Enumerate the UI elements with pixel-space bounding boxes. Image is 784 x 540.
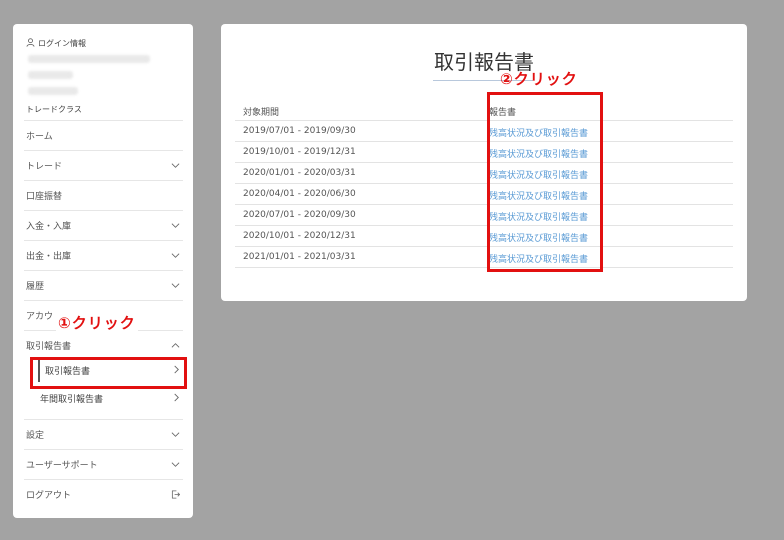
sidebar-item-history[interactable]: 履歴 <box>24 270 183 300</box>
period-cell: 2020/07/01 - 2020/09/30 <box>243 210 356 220</box>
sidebar-subitem-annual-report[interactable]: 年間取引報告書 <box>38 386 183 410</box>
login-info-header: ログイン情報 <box>26 38 86 49</box>
chevron-right-icon <box>174 393 179 402</box>
sidebar-item-label: 入金・入庫 <box>26 222 72 232</box>
period-cell: 2020/10/01 - 2020/12/31 <box>243 231 356 241</box>
sidebar-item-label: トレード <box>26 162 63 172</box>
table-row: 2019/10/01 - 2019/12/31 残高状況及び取引報告書 <box>235 142 733 163</box>
sidebar-item-withdraw[interactable]: 出金・出庫 <box>24 240 183 270</box>
sidebar-item-label: ログアウト <box>26 491 72 501</box>
logout-icon <box>171 490 180 499</box>
annotation-box-report-column <box>487 92 603 272</box>
chevron-down-icon <box>171 283 180 288</box>
sidebar-item-label: ホーム <box>26 132 53 142</box>
table-row: 2020/04/01 - 2020/06/30 残高状況及び取引報告書 <box>235 184 733 205</box>
sidebar-item-settings[interactable]: 設定 <box>24 419 183 449</box>
chevron-down-icon <box>171 462 180 467</box>
sidebar-item-label: 出金・出庫 <box>26 252 72 262</box>
sidebar-item-trade-report[interactable]: 取引報告書 <box>24 330 183 360</box>
chevron-up-icon <box>171 343 180 348</box>
period-cell: 2021/01/01 - 2021/03/31 <box>243 252 356 262</box>
sidebar: ログイン情報 トレードクラス ホーム トレード 口座振替 入金・入庫 出金・出庫… <box>13 24 193 518</box>
table-header: 対象期間 報告書 <box>235 100 733 121</box>
trade-class-label: トレードクラス <box>26 105 82 114</box>
column-header-period: 対象期間 <box>243 108 280 118</box>
chevron-down-icon <box>171 432 180 437</box>
chevron-down-icon <box>171 253 180 258</box>
blurred-email <box>28 55 150 63</box>
sidebar-item-support[interactable]: ユーザーサポート <box>24 449 183 479</box>
sidebar-item-home[interactable]: ホーム <box>24 120 183 150</box>
page-title: 取引報告書 <box>434 50 534 74</box>
user-icon <box>26 38 35 49</box>
annotation-step1: ①クリック <box>56 312 138 333</box>
table-row: 2020/01/01 - 2020/03/31 残高状況及び取引報告書 <box>235 163 733 184</box>
sidebar-item-trade[interactable]: トレード <box>24 150 183 180</box>
sidebar-item-label: 取引報告書 <box>26 342 72 352</box>
chevron-down-icon <box>171 163 180 168</box>
sidebar-item-label: アカウ <box>26 312 54 322</box>
period-cell: 2020/04/01 - 2020/06/30 <box>243 189 356 199</box>
period-cell: 2019/07/01 - 2019/09/30 <box>243 126 356 136</box>
period-cell: 2020/01/01 - 2020/03/31 <box>243 168 356 178</box>
chevron-down-icon <box>171 223 180 228</box>
sidebar-item-label: 設定 <box>26 431 45 441</box>
sidebar-item-logout[interactable]: ログアウト <box>24 479 183 509</box>
table-row: 2020/10/01 - 2020/12/31 残高状況及び取引報告書 <box>235 226 733 247</box>
login-info-label: ログイン情報 <box>38 39 86 48</box>
main-panel: 取引報告書 対象期間 報告書 2019/07/01 - 2019/09/30 残… <box>221 24 747 301</box>
table-row: 2019/07/01 - 2019/09/30 残高状況及び取引報告書 <box>235 121 733 142</box>
annotation-box-trade-report <box>30 357 187 389</box>
sidebar-item-label: 履歴 <box>26 282 45 292</box>
sidebar-item-deposit[interactable]: 入金・入庫 <box>24 210 183 240</box>
sidebar-item-label: ユーザーサポート <box>26 461 98 471</box>
blurred-field <box>28 71 73 79</box>
sidebar-item-label: 口座振替 <box>26 192 63 202</box>
sidebar-item-transfer[interactable]: 口座振替 <box>24 180 183 210</box>
annotation-step2: ②クリック <box>500 70 578 88</box>
table-row: 2021/01/01 - 2021/03/31 残高状況及び取引報告書 <box>235 247 733 268</box>
table-row: 2020/07/01 - 2020/09/30 残高状況及び取引報告書 <box>235 205 733 226</box>
blurred-field <box>28 87 78 95</box>
sidebar-subitem-label: 年間取引報告書 <box>40 394 104 405</box>
period-cell: 2019/10/01 - 2019/12/31 <box>243 147 356 157</box>
report-table: 対象期間 報告書 2019/07/01 - 2019/09/30 残高状況及び取… <box>235 100 733 268</box>
